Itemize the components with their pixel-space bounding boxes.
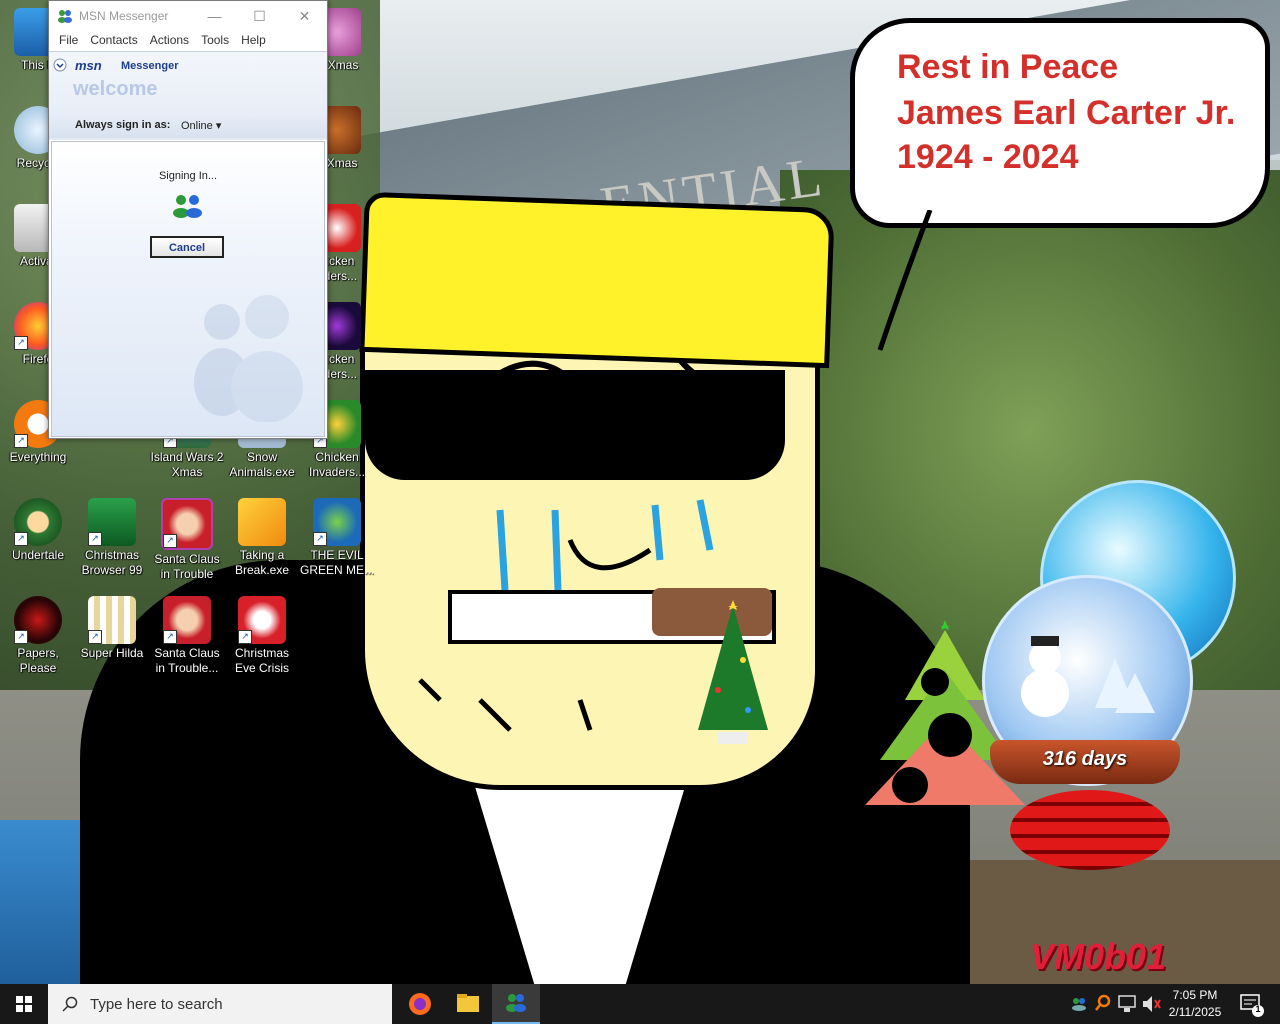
msn-logo: msn — [75, 58, 102, 73]
clock-date: 2/11/2025 — [1168, 1005, 1222, 1019]
christmas-eve-icon: ↗ — [238, 596, 286, 644]
sign-in-bar: Always sign in as: Online ▾ — [49, 114, 327, 138]
icon-label: Papers, Please — [17, 646, 59, 675]
taskbar: Type here to search 7:05 PM 2/11/2025 1 — [0, 984, 1280, 1024]
welcome-text: welcome — [73, 78, 158, 100]
bubble-line-1: Rest in Peace — [897, 48, 1119, 86]
notification-count: 1 — [1255, 1004, 1261, 1014]
icon-label: Santa Claus in Trouble — [154, 552, 220, 581]
tray-everything-icon[interactable] — [1092, 984, 1114, 1024]
papers-please-icon: ↗ — [14, 596, 62, 644]
title-bar[interactable]: MSN Messenger — ☐ ✕ — [49, 1, 327, 31]
evil-green-icon: ↗ — [313, 498, 361, 546]
taskbar-search[interactable]: Type here to search — [48, 984, 392, 1024]
undertale-icon: ↗ — [14, 498, 62, 546]
bubble-tail — [877, 210, 933, 351]
small-xmas-tree-icon — [698, 600, 768, 744]
menu-bar: File Contacts Actions Tools Help — [49, 31, 327, 51]
icon-label: Island Wars 2 Xmas — [150, 450, 224, 479]
desktop-icon-christmas-browser[interactable]: ↗ Christmas Browser 99 — [74, 498, 150, 578]
icon-label: Chicken Invaders... — [308, 450, 366, 479]
maximize-icon[interactable]: ☐ — [237, 8, 282, 25]
taskbar-msn-messenger[interactable] — [492, 984, 540, 1024]
signing-in-text: Signing In... — [158, 170, 218, 182]
icon-label: Taking a Break.exe — [234, 548, 290, 577]
windows-start-icon[interactable] — [0, 984, 48, 1024]
menu-actions[interactable]: Actions — [144, 31, 195, 51]
notification-center[interactable]: 1 — [1234, 984, 1274, 1024]
msn-header: msn Messenger welcome Always sign in as:… — [49, 51, 327, 140]
status-dropdown[interactable]: Online ▾ — [181, 119, 221, 132]
buddies-icon — [173, 195, 202, 218]
desktop-icon-super-hilda[interactable]: ↗ Super Hilda — [74, 596, 150, 661]
desktop-icon-santa-claus-2[interactable]: ↗ Santa Claus in Trouble... — [149, 596, 225, 676]
bubble-line-2: James Earl Carter Jr. — [897, 94, 1236, 132]
minimize-icon[interactable]: — — [192, 8, 237, 25]
taskbar-file-explorer-icon[interactable] — [444, 984, 492, 1024]
window-title: MSN Messenger — [79, 9, 169, 23]
messenger-label: Messenger — [121, 60, 179, 72]
network-icon[interactable] — [1116, 984, 1138, 1024]
speech-bubble: Rest in Peace James Earl Carter Jr. 1924… — [850, 18, 1270, 228]
icon-label: Undertale — [11, 548, 65, 562]
icon-label: Christmas Eve Crisis — [234, 646, 289, 675]
christmas-browser-icon: ↗ — [88, 498, 136, 546]
icon-label: THE EVIL GREEN ME... — [299, 548, 374, 577]
menu-contacts[interactable]: Contacts — [84, 31, 143, 51]
desktop-icon-taking-break[interactable]: Taking a Break.exe — [224, 498, 300, 578]
icon-label: Super Hilda — [80, 646, 144, 660]
messenger-watermark-icon — [194, 295, 303, 422]
sign-in-label: Always sign in as: — [75, 119, 171, 131]
santa-claus-icon: ↗ — [161, 498, 213, 550]
watermark: VM0b01 — [1030, 936, 1167, 977]
signing-in-panel: Signing In... Cancel — [51, 141, 325, 437]
desktop-icon-christmas-eve[interactable]: ↗ Christmas Eve Crisis — [224, 596, 300, 676]
icon-label: Everything — [9, 450, 67, 464]
tray-msn-icon[interactable] — [1068, 984, 1090, 1024]
cancel-button[interactable]: Cancel — [150, 236, 224, 258]
desktop-icon-santa-claus[interactable]: ↗ Santa Claus in Trouble — [149, 498, 225, 582]
search-placeholder: Type here to search — [90, 995, 223, 1013]
icon-label: Snow Animals.exe — [229, 450, 295, 479]
search-icon — [62, 996, 78, 1012]
santa-claus-2-icon: ↗ — [163, 596, 211, 644]
clock-time: 7:05 PM — [1172, 988, 1218, 1002]
bubble-line-3: 1924 - 2024 — [897, 138, 1079, 176]
desktop: ENTIAL Rest in Peace James Earl Carter J… — [0, 0, 1280, 984]
volume-muted-icon[interactable] — [1140, 984, 1162, 1024]
icon-label: Santa Claus in Trouble... — [154, 646, 220, 675]
taking-break-icon — [238, 498, 286, 546]
taskbar-firefox-icon[interactable] — [396, 984, 444, 1024]
days-counter: 316 days — [1042, 748, 1128, 770]
super-hilda-icon: ↗ — [88, 596, 136, 644]
msn-taskbar-icon — [506, 994, 526, 1012]
taskbar-clock[interactable]: 7:05 PM 2/11/2025 — [1160, 987, 1230, 1021]
desktop-icon-papers-please[interactable]: ↗ Papers, Please — [0, 596, 76, 676]
menu-tools[interactable]: Tools — [195, 31, 235, 51]
collapse-icon[interactable] — [53, 58, 67, 72]
close-icon[interactable]: ✕ — [282, 8, 327, 25]
icon-label: Christmas Browser 99 — [81, 548, 143, 577]
msn-messenger-window[interactable]: MSN Messenger — ☐ ✕ File Contacts Action… — [48, 0, 328, 439]
menu-file[interactable]: File — [53, 31, 84, 51]
msn-buddy-icon — [58, 10, 72, 23]
desktop-icon-undertale[interactable]: ↗ Undertale — [0, 498, 76, 563]
desktop-icon-evil-green[interactable]: ↗ THE EVIL GREEN ME... — [299, 498, 375, 578]
menu-help[interactable]: Help — [235, 31, 272, 51]
globe-spring — [1010, 790, 1170, 870]
